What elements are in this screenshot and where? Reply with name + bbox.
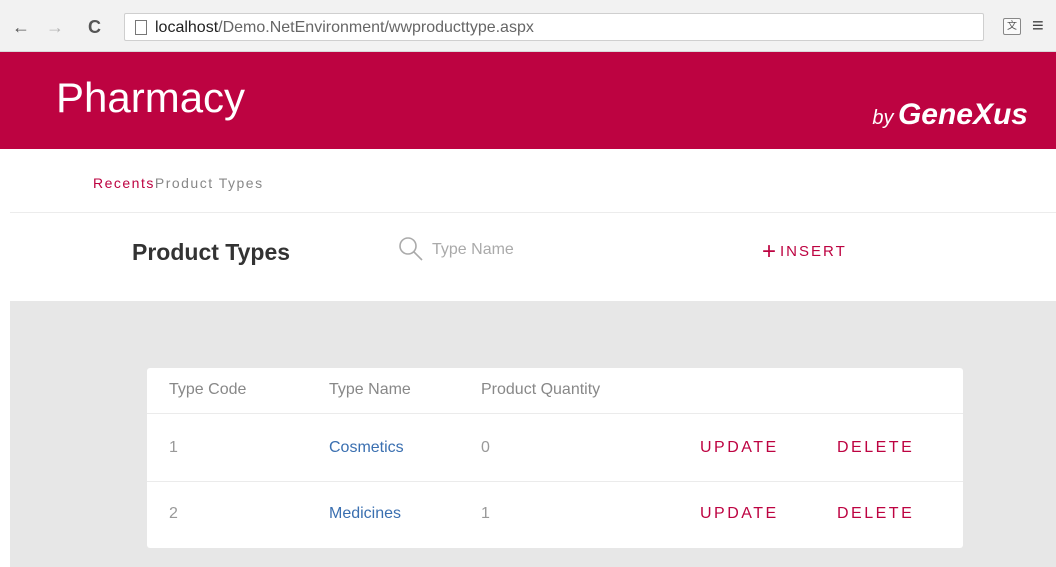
column-header-type-code[interactable]: Type Code xyxy=(169,381,246,399)
browser-menu-icon[interactable]: ≡ xyxy=(1032,16,1044,36)
plus-icon: + xyxy=(762,238,779,265)
translate-icon[interactable]: 文 xyxy=(1003,18,1021,35)
genexus-logo: by GeneXus xyxy=(872,98,1028,131)
app-header: Pharmacy by GeneXus xyxy=(0,52,1056,149)
breadcrumb: RecentsProduct Types xyxy=(93,175,264,191)
url-text[interactable]: localhost/Demo.NetEnvironment/wwproductt… xyxy=(155,19,534,37)
type-name-link[interactable]: Medicines xyxy=(329,505,401,523)
breadcrumb-recents-link[interactable]: Recents xyxy=(93,175,155,191)
product-types-grid: Type Code Type Name Product Quantity 1 C… xyxy=(147,368,963,548)
page-icon xyxy=(135,20,147,35)
type-name-link[interactable]: Cosmetics xyxy=(329,439,404,457)
product-quantity-cell: 1 xyxy=(481,505,490,522)
delete-button[interactable]: DELETE xyxy=(837,505,914,523)
address-bar[interactable]: localhost/Demo.NetEnvironment/wwproductt… xyxy=(124,13,984,41)
search-icon xyxy=(399,237,423,261)
table-row: 1 Cosmetics 0 UPDATE DELETE xyxy=(147,415,963,482)
type-code-cell: 1 xyxy=(169,439,178,456)
update-button[interactable]: UPDATE xyxy=(700,439,779,457)
delete-button[interactable]: DELETE xyxy=(837,439,914,457)
app-title: Pharmacy xyxy=(56,74,246,121)
type-code-cell: 2 xyxy=(169,505,178,522)
update-button[interactable]: UPDATE xyxy=(700,505,779,523)
reload-icon[interactable]: C xyxy=(88,18,101,36)
insert-button[interactable]: + INSERT xyxy=(762,238,847,266)
column-header-product-quantity[interactable]: Product Quantity xyxy=(481,381,600,399)
back-arrow-icon[interactable]: ← xyxy=(12,18,30,36)
forward-arrow-icon[interactable]: → xyxy=(46,18,64,36)
column-header-type-name[interactable]: Type Name xyxy=(329,381,411,399)
page-title: Product Types xyxy=(132,239,291,265)
type-name-search-input[interactable] xyxy=(432,236,672,264)
breadcrumb-current: Product Types xyxy=(154,175,264,191)
product-quantity-cell: 0 xyxy=(481,439,490,456)
table-row: 2 Medicines 1 UPDATE DELETE xyxy=(147,483,963,548)
content-area: Type Code Type Name Product Quantity 1 C… xyxy=(10,301,1056,567)
divider xyxy=(10,212,1056,213)
browser-toolbar: ← → C localhost/Demo.NetEnvironment/wwpr… xyxy=(0,0,1056,52)
grid-header: Type Code Type Name Product Quantity xyxy=(147,368,963,414)
